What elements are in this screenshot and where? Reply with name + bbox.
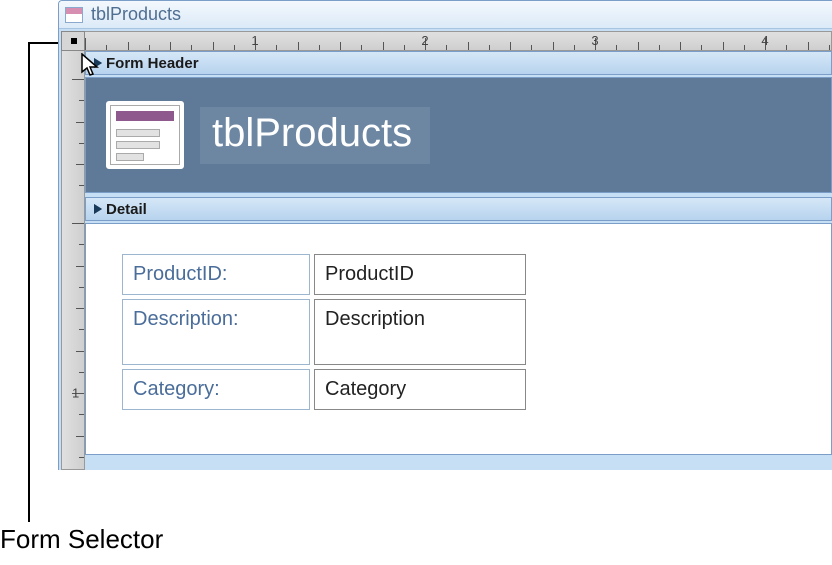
form-selector-dot-icon bbox=[71, 38, 77, 44]
window-titlebar[interactable]: tblProducts bbox=[59, 1, 832, 29]
horizontal-ruler[interactable]: 1234 bbox=[85, 31, 832, 51]
window-title: tblProducts bbox=[91, 4, 181, 25]
form-logo-icon[interactable] bbox=[106, 101, 184, 169]
callout-connector-v bbox=[28, 44, 30, 522]
callout-label: Form Selector bbox=[0, 524, 163, 555]
field-row: ProductID:ProductID bbox=[122, 254, 831, 295]
form-header-section[interactable]: tblProducts bbox=[85, 77, 832, 193]
form-title-control[interactable]: tblProducts bbox=[200, 107, 430, 164]
field-textbox[interactable]: ProductID bbox=[314, 254, 526, 295]
section-label: Detail bbox=[106, 201, 147, 218]
field-label[interactable]: Category: bbox=[122, 369, 310, 410]
form-canvas[interactable]: Form Header tblProducts Detail ProductID… bbox=[85, 51, 832, 470]
form-icon bbox=[65, 7, 83, 23]
field-textbox[interactable]: Description bbox=[314, 299, 526, 365]
field-label[interactable]: ProductID: bbox=[122, 254, 310, 295]
vertical-ruler[interactable]: 1 bbox=[61, 51, 85, 470]
field-textbox[interactable]: Category bbox=[314, 369, 526, 410]
form-design-window: tblProducts 1234 1 Form Header bbox=[58, 0, 832, 470]
detail-section[interactable]: ProductID:ProductIDDescription:Descripti… bbox=[85, 223, 832, 455]
field-label[interactable]: Description: bbox=[122, 299, 310, 365]
collapse-icon bbox=[94, 204, 102, 214]
form-selector[interactable] bbox=[61, 31, 85, 51]
form-header-section-bar[interactable]: Form Header bbox=[85, 51, 832, 75]
field-row: Description:Description bbox=[122, 299, 831, 365]
section-label: Form Header bbox=[106, 55, 199, 72]
collapse-icon bbox=[94, 58, 102, 68]
design-surface: 1234 1 Form Header tblProducts bbox=[59, 29, 832, 470]
form-title-text: tblProducts bbox=[212, 111, 412, 155]
field-row: Category:Category bbox=[122, 369, 831, 410]
callout-connector-h bbox=[28, 42, 60, 44]
detail-section-bar[interactable]: Detail bbox=[85, 197, 832, 221]
